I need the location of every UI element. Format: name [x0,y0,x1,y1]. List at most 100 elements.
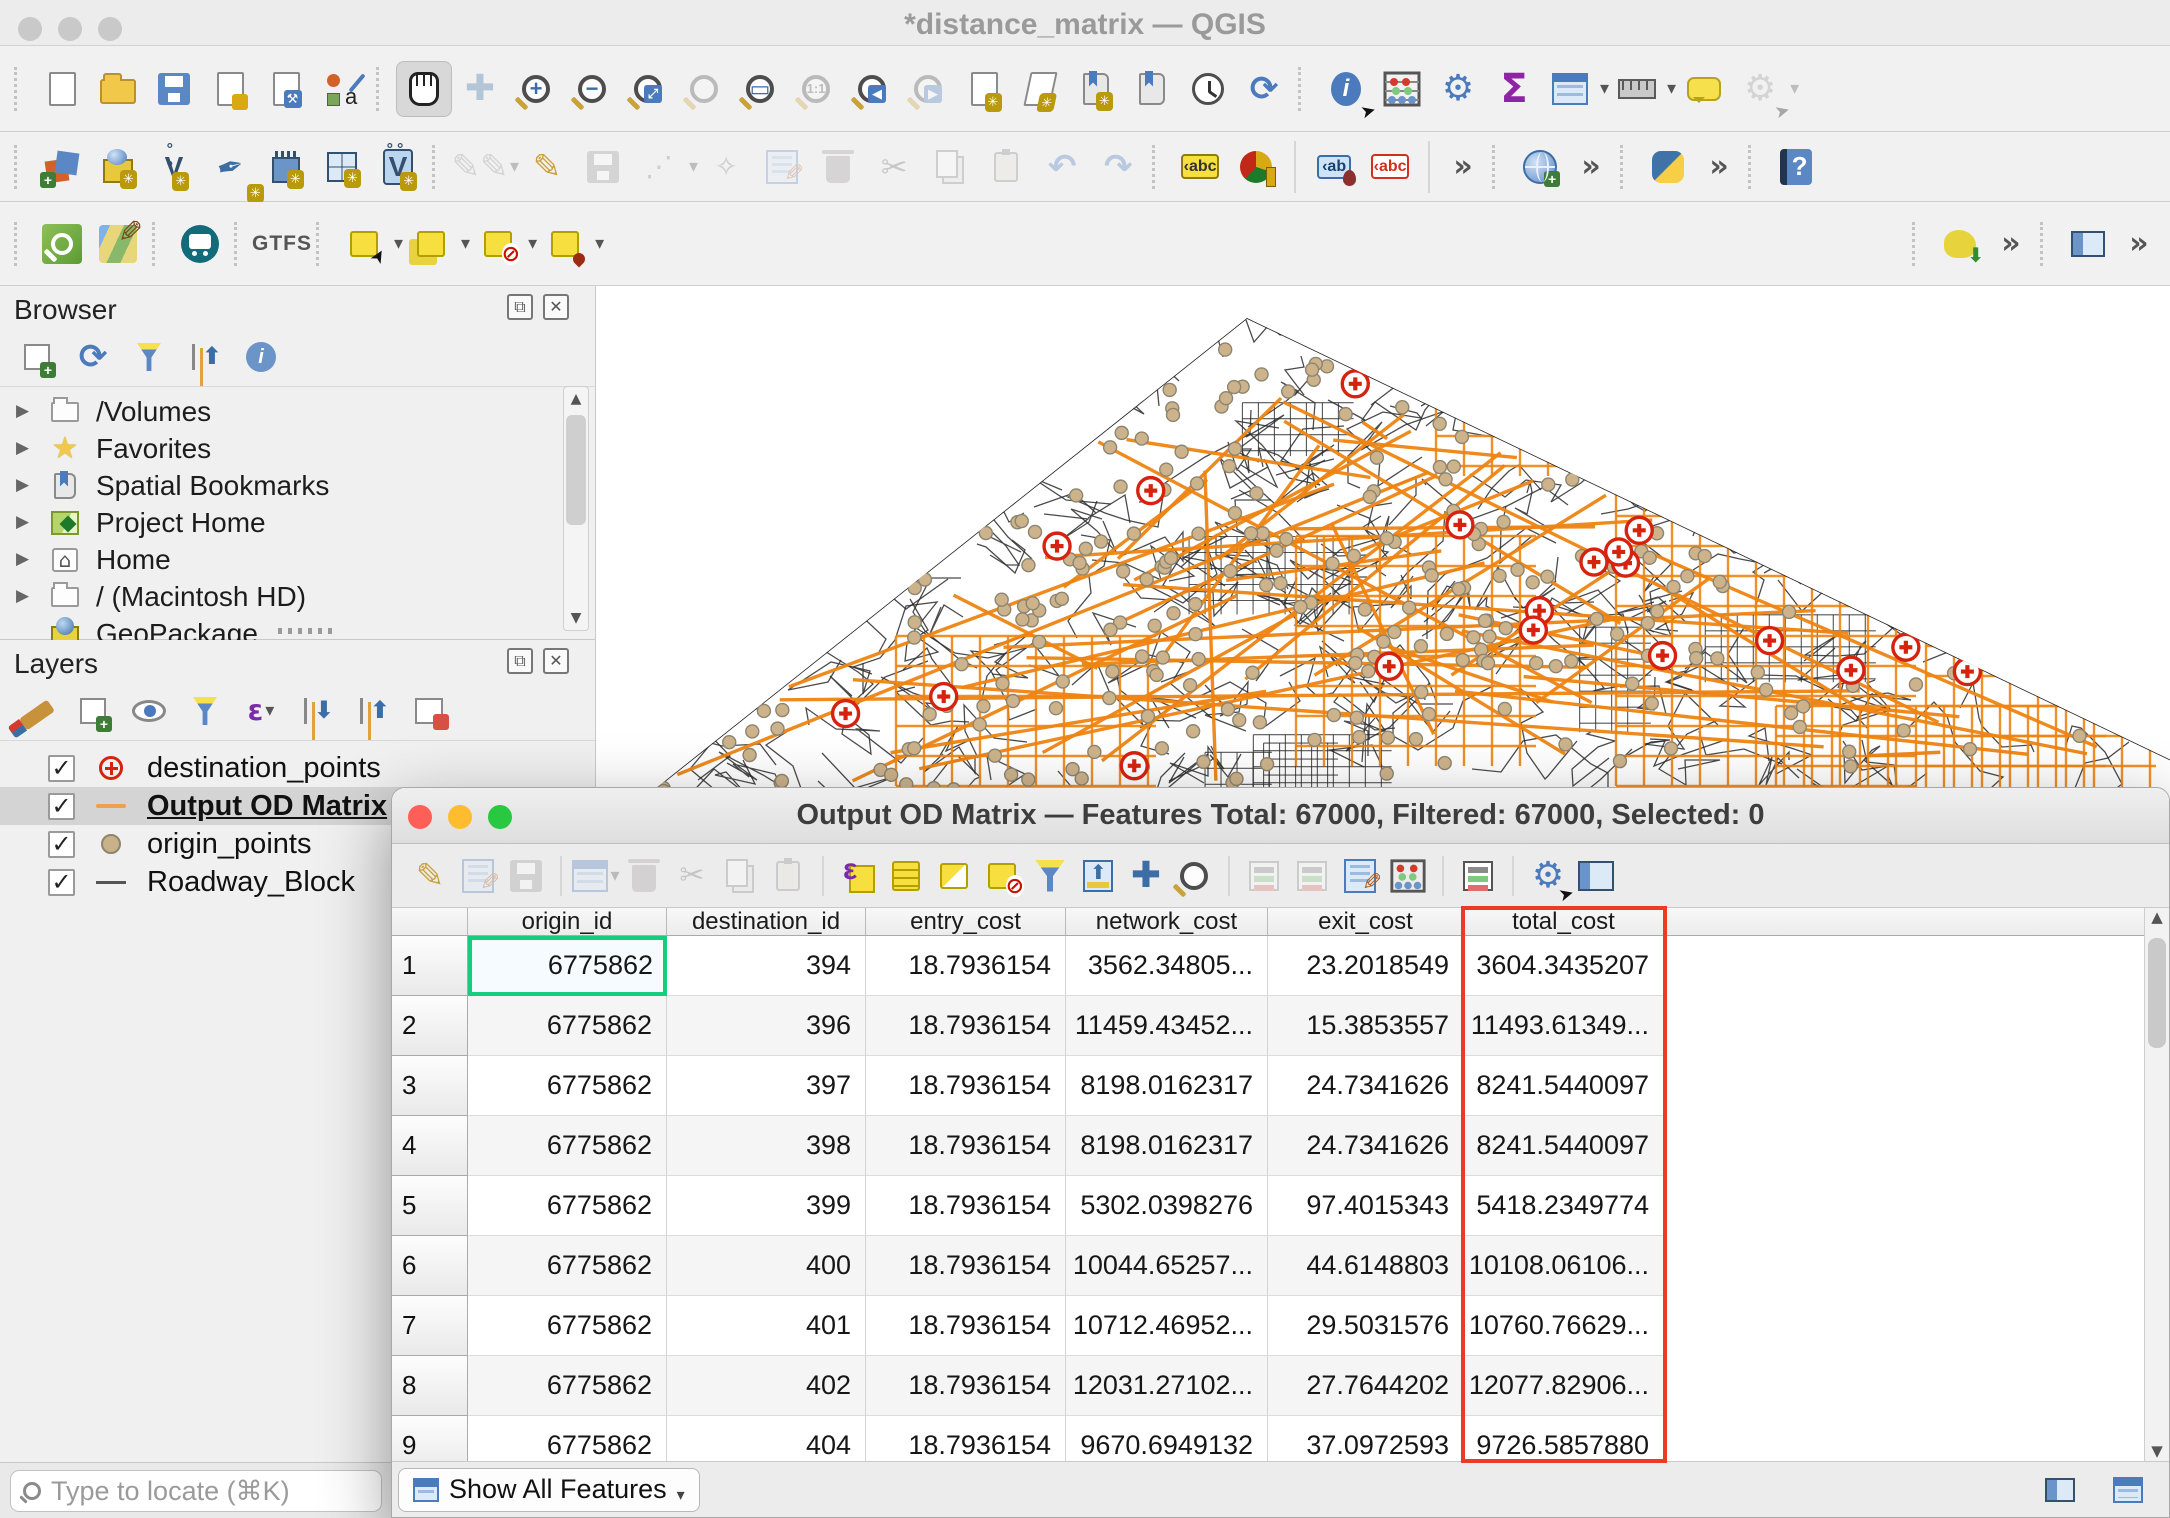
column-header-entry_cost[interactable]: entry_cost [866,908,1066,935]
manage-visibility-icon[interactable] [130,692,168,730]
layers-float-icon[interactable]: ⧉ [507,648,533,674]
expression-filter-icon[interactable]: ε▾ [242,692,280,730]
cell-total_cost[interactable]: 12077.82906... [1464,1356,1664,1416]
layer-visibility-checkbox[interactable]: ✓ [48,869,75,896]
disclosure-arrow-icon[interactable]: ▶ [16,514,34,531]
actions-icon[interactable]: ⚙➤ [1524,852,1572,900]
browser-item-home[interactable]: ▶⌂Home [0,541,595,578]
new-mesh-layer-icon[interactable]: V✳ [370,139,426,195]
open-attribute-table-icon[interactable] [1542,61,1598,117]
select-features-by-value-icon[interactable] [1374,61,1430,117]
web-overflow-chevron[interactable]: » [1568,144,1614,190]
row-number-cell[interactable]: 8 [392,1356,468,1416]
quickosm-overflow-chevron[interactable]: » [1988,221,2034,267]
row-number-cell[interactable]: 6 [392,1236,468,1296]
move-selection-top-icon[interactable] [1074,852,1122,900]
cell-destination_id[interactable]: 394 [667,936,866,996]
cut-features-icon[interactable]: ✂ [866,139,922,195]
zoom-to-selection-icon[interactable] [676,61,732,117]
cell-exit_cost[interactable]: 37.0972593 [1268,1416,1464,1461]
select-by-location-dropdown[interactable]: ▾ [595,235,604,253]
toolbar-handle[interactable] [14,145,24,189]
new-memory-layer-icon[interactable]: ✳ [258,139,314,195]
collapse-all-layers-icon[interactable] [354,692,392,730]
filter-browser-icon[interactable] [130,338,168,376]
panel-splitter-handle[interactable] [278,628,338,634]
identify-features-icon[interactable]: i➤ [1318,61,1374,117]
osm-place-search-icon[interactable] [34,216,90,272]
layers-close-icon[interactable]: ✕ [543,648,569,674]
statistics-icon[interactable]: Σ [1486,61,1542,117]
cell-network_cost[interactable]: 3562.34805... [1066,936,1268,996]
cell-network_cost[interactable]: 8198.0162317 [1066,1056,1268,1116]
toolbar-handle[interactable] [1152,145,1162,189]
select-by-expression-icon[interactable] [834,852,882,900]
cell-origin_id[interactable]: 6775862 [468,1416,667,1461]
deselect-features-icon[interactable] [470,216,526,272]
scroll-up-icon[interactable]: ▲ [2145,910,2169,925]
quickosm-map-edit-icon[interactable] [90,216,146,272]
toolbar-handle[interactable] [152,222,162,266]
toggle-editing-icon[interactable]: ✎ [406,852,454,900]
dock-attribute-table-icon[interactable] [2037,1467,2083,1513]
cell-network_cost[interactable]: 5302.0398276 [1066,1176,1268,1236]
new-spatial-bookmark-icon[interactable]: ✳ [1068,61,1124,117]
disclosure-arrow-icon[interactable]: ▶ [16,477,34,494]
column-header-destination_id[interactable]: destination_id [667,908,866,935]
diagrams-icon[interactable] [1228,139,1284,195]
paste-icon[interactable] [764,852,812,900]
transit-tools-icon[interactable] [172,216,228,272]
new-shapefile-icon[interactable]: V✳ [146,139,202,195]
attribute-window-titlebar[interactable]: Output OD Matrix — Features Total: 67000… [392,788,2169,844]
disclosure-arrow-icon[interactable]: ▶ [16,588,34,605]
browser-item-favorites[interactable]: ▶★Favorites [0,430,595,467]
panels-overflow-chevron[interactable]: » [2116,221,2162,267]
cell-destination_id[interactable]: 401 [667,1296,866,1356]
cell-exit_cost[interactable]: 27.7644202 [1268,1356,1464,1416]
select-features-dropdown[interactable]: ▾ [394,235,403,253]
column-header-network_cost[interactable]: network_cost [1066,908,1268,935]
layer-item-destination-points[interactable]: ✓destination_points [0,749,595,787]
delete-field-icon[interactable] [1288,852,1336,900]
select-by-form-dropdown[interactable]: ▾ [461,235,470,253]
save-project-icon[interactable] [146,61,202,117]
current-edits-dropdown[interactable]: ▾ [510,158,519,176]
browser-float-icon[interactable]: ⧉ [507,294,533,320]
pan-to-selection-icon[interactable]: ✚ [452,61,508,117]
cell-origin_id[interactable]: 6775862 [468,936,667,996]
cell-network_cost[interactable]: 10712.46952... [1066,1296,1268,1356]
new-geopackage-icon[interactable]: ✳ [90,139,146,195]
dock-table-icon[interactable] [1572,852,1620,900]
cell-destination_id[interactable]: 404 [667,1416,866,1461]
cut-icon[interactable]: ✂ [668,852,716,900]
cell-destination_id[interactable]: 396 [667,996,866,1056]
multiedit-icon[interactable] [454,852,502,900]
temporal-controller-icon[interactable] [1180,61,1236,117]
cell-entry_cost[interactable]: 18.7936154 [866,936,1066,996]
new-virtual-layer-icon[interactable]: ✳ [314,139,370,195]
cell-network_cost[interactable]: 10044.65257... [1066,1236,1268,1296]
undo-icon[interactable]: ↶ [1034,139,1090,195]
copy-features-icon[interactable] [922,139,978,195]
digitize-with-segment-icon[interactable]: ⋰ [631,139,687,195]
cell-network_cost[interactable]: 12031.27102... [1066,1356,1268,1416]
browser-close-icon[interactable]: ✕ [543,294,569,320]
python-console-icon[interactable] [1640,139,1696,195]
cell-entry_cost[interactable]: 18.7936154 [866,996,1066,1056]
collapse-all-icon[interactable] [186,338,224,376]
multiedit-view-icon[interactable] [1454,852,1502,900]
cell-total_cost[interactable]: 8241.5440097 [1464,1116,1664,1176]
toolbar-handle[interactable] [1620,145,1630,189]
zoom-native-icon[interactable]: 1:1 [788,61,844,117]
data-source-manager-icon[interactable]: + [34,139,90,195]
feature-action-dropdown[interactable]: ▾ [1790,80,1799,98]
plugin-overflow-chevron[interactable]: » [1696,144,1742,190]
cell-destination_id[interactable]: 400 [667,1236,866,1296]
disclosure-arrow-icon[interactable]: ▶ [16,440,34,457]
scroll-up-icon[interactable]: ▲ [564,387,588,411]
show-layout-manager-icon[interactable]: ⚒ [258,61,314,117]
toolbar-handle[interactable] [2040,222,2050,266]
cell-total_cost[interactable]: 5418.2349774 [1464,1176,1664,1236]
attribute-table-dropdown[interactable]: ▾ [1600,80,1609,98]
paste-features-icon[interactable] [978,139,1034,195]
